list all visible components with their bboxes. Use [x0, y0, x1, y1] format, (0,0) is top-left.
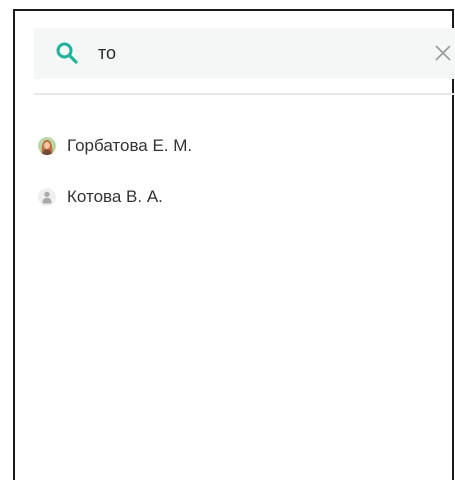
user-photo-avatar — [38, 137, 56, 155]
search-results-list: Горбатова Е. М. Котова В. А. — [38, 131, 438, 233]
result-name: Горбатова Е. М. — [67, 136, 193, 155]
search-input[interactable] — [98, 38, 398, 68]
close-icon[interactable] — [432, 42, 454, 64]
result-name: Котова В. А. — [67, 187, 163, 206]
list-item[interactable]: Горбатова Е. М. — [38, 131, 438, 161]
search-bar — [34, 28, 455, 79]
search-icon — [56, 42, 78, 64]
list-item[interactable]: Котова В. А. — [38, 182, 438, 212]
user-search-panel: Горбатова Е. М. Котова В. А. — [13, 9, 455, 480]
user-placeholder-avatar — [38, 188, 56, 206]
divider — [34, 93, 455, 95]
